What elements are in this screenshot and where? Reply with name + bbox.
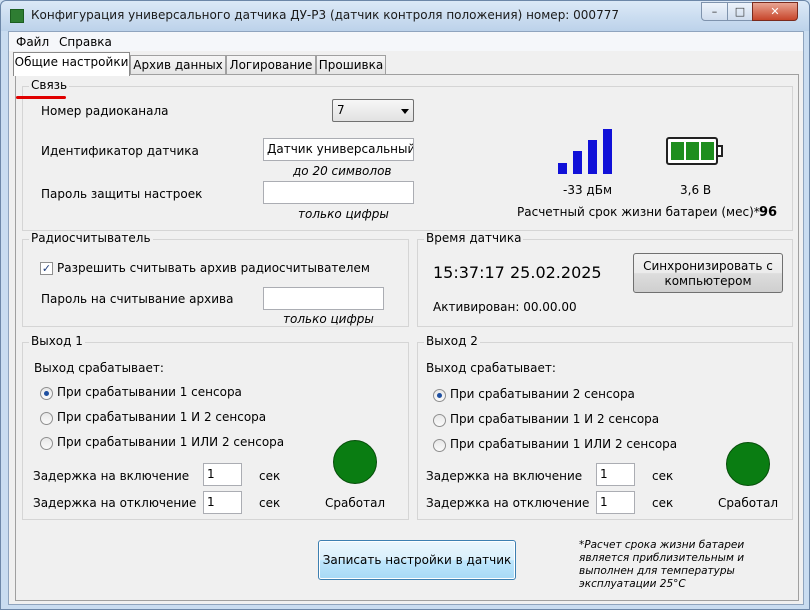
group-title-sensor-time: Время датчика [424, 231, 524, 245]
sensor-date-value: 25.02.2025 [510, 263, 602, 282]
battery-tip-icon [718, 145, 723, 157]
chevron-down-icon [401, 109, 409, 114]
out2-delay-off-input[interactable]: 1 [596, 491, 635, 514]
archive-password-hint: только цифры [283, 312, 374, 326]
signal-bar [588, 140, 597, 174]
out1-delay-off-unit: сек [259, 496, 281, 510]
group-title-output-1: Выход 1 [29, 334, 85, 348]
group-title-output-2: Выход 2 [424, 334, 480, 348]
group-radio-reader: Радиосчитыватель ✓ Разрешить считывать а… [22, 231, 409, 327]
group-sensor-time: Время датчика 15:37:17 25.02.2025 Синхро… [417, 231, 793, 327]
out2-delay-off-unit: сек [652, 496, 674, 510]
signal-strength-icon [558, 129, 618, 174]
battery-footnote: *Расчет срока жизни батареи является при… [579, 539, 745, 590]
sensor-id-label: Идентификатор датчика [41, 144, 199, 158]
out1-status-label: Сработал [325, 496, 386, 510]
out1-delay-on-input[interactable]: 1 [203, 463, 242, 486]
out2-option-label: При срабатывании 2 сенсора [450, 387, 635, 401]
battery-life-label: Расчетный срок жизни батареи (мес)*: [517, 205, 764, 219]
window-title: Конфигурация универсального датчика ДУ-Р… [31, 8, 619, 22]
out1-delay-on-unit: сек [259, 469, 281, 483]
sensor-time-value: 15:37:17 [433, 263, 505, 282]
out2-delay-off-label: Задержка на отключение [426, 496, 590, 510]
tab-general-settings[interactable]: Общие настройки [13, 52, 130, 76]
write-settings-button[interactable]: Записать настройки в датчик [318, 540, 516, 580]
menu-bar: Файл Справка [9, 32, 803, 51]
out1-option-label: При срабатывании 1 сенсора [57, 385, 242, 399]
signal-bar [573, 151, 582, 174]
out2-radio-sensor-2[interactable] [433, 389, 446, 402]
allow-reader-checkbox[interactable]: ✓ [40, 262, 53, 275]
out2-option-label: При срабатывании 1 И 2 сенсора [450, 412, 660, 426]
allow-reader-label: Разрешить считывать архив радиосчитывате… [57, 261, 370, 275]
minimize-button[interactable]: – [701, 2, 728, 21]
out1-option-label: При срабатывании 1 ИЛИ 2 сенсора [57, 435, 285, 449]
archive-password-label: Пароль на считывание архива [41, 292, 234, 306]
out2-radio-sensor-1-or-2[interactable] [433, 439, 446, 452]
out2-status-indicator [726, 442, 770, 486]
section-highlight-underline [16, 96, 66, 99]
out1-delay-off-input[interactable]: 1 [203, 491, 242, 514]
channel-label: Номер радиоканала [41, 104, 169, 118]
close-button[interactable]: ✕ [752, 2, 798, 21]
out2-delay-on-label: Задержка на включение [426, 469, 583, 483]
maximize-button[interactable]: □ [727, 2, 753, 21]
battery-icon [666, 137, 718, 165]
battery-cell [686, 142, 699, 160]
battery-voltage: 3,6 В [680, 183, 712, 197]
group-output-1: Выход 1 Выход срабатывает: При срабатыва… [22, 334, 409, 520]
client-area: Файл Справка Общие настройки Архив данны… [8, 31, 804, 605]
out1-delay-on-label: Задержка на включение [33, 469, 190, 483]
battery-cell [701, 142, 714, 160]
settings-password-hint: только цифры [298, 207, 389, 221]
out2-status-label: Сработал [718, 496, 779, 510]
menu-file[interactable]: Файл [16, 35, 49, 49]
out1-radio-sensor-1-and-2[interactable] [40, 412, 53, 425]
group-title-reader: Радиосчитыватель [29, 231, 153, 245]
tab-logging[interactable]: Логирование [226, 55, 316, 75]
out1-option-label: При срабатывании 1 И 2 сенсора [57, 410, 267, 424]
activated-status: Активирован: 00.00.00 [433, 300, 577, 314]
out1-status-indicator [333, 440, 377, 484]
tab-data-archive[interactable]: Архив данных [130, 55, 226, 75]
out1-radio-sensor-1[interactable] [40, 387, 53, 400]
sensor-id-input[interactable]: Датчик универсальный [263, 138, 414, 161]
tab-panel-general: Связь Номер радиоканала 7 Идентификатор … [15, 74, 799, 601]
settings-password-input[interactable] [263, 181, 414, 204]
out2-option-label: При срабатывании 1 ИЛИ 2 сенсора [450, 437, 678, 451]
sensor-id-hint: до 20 символов [293, 164, 392, 178]
out2-radio-sensor-1-and-2[interactable] [433, 414, 446, 427]
sync-time-button[interactable]: Синхронизировать с компьютером [633, 253, 783, 293]
app-icon [10, 9, 24, 23]
settings-password-label: Пароль защиты настроек [41, 187, 203, 201]
battery-life-value: 96 [759, 205, 778, 220]
archive-password-input[interactable] [263, 287, 384, 310]
signal-value: -33 дБм [563, 183, 612, 197]
out1-delay-off-label: Задержка на отключение [33, 496, 197, 510]
out1-trigger-label: Выход срабатывает: [34, 361, 164, 375]
menu-help[interactable]: Справка [59, 35, 112, 49]
out2-trigger-label: Выход срабатывает: [426, 361, 556, 375]
channel-select[interactable]: 7 [332, 99, 414, 122]
signal-bar [558, 163, 567, 174]
out2-delay-on-unit: сек [652, 469, 674, 483]
tab-strip: Общие настройки Архив данных Логирование… [9, 52, 803, 76]
out2-delay-on-input[interactable]: 1 [596, 463, 635, 486]
group-title-connection: Связь [29, 78, 70, 92]
signal-bar [603, 129, 612, 174]
channel-value: 7 [337, 103, 345, 117]
title-bar[interactable]: Конфигурация универсального датчика ДУ-Р… [1, 1, 809, 31]
tab-firmware[interactable]: Прошивка [316, 55, 386, 75]
out1-radio-sensor-1-or-2[interactable] [40, 437, 53, 450]
app-window: Конфигурация универсального датчика ДУ-Р… [0, 0, 810, 610]
battery-cell [671, 142, 684, 160]
group-output-2: Выход 2 Выход срабатывает: При срабатыва… [417, 334, 793, 520]
